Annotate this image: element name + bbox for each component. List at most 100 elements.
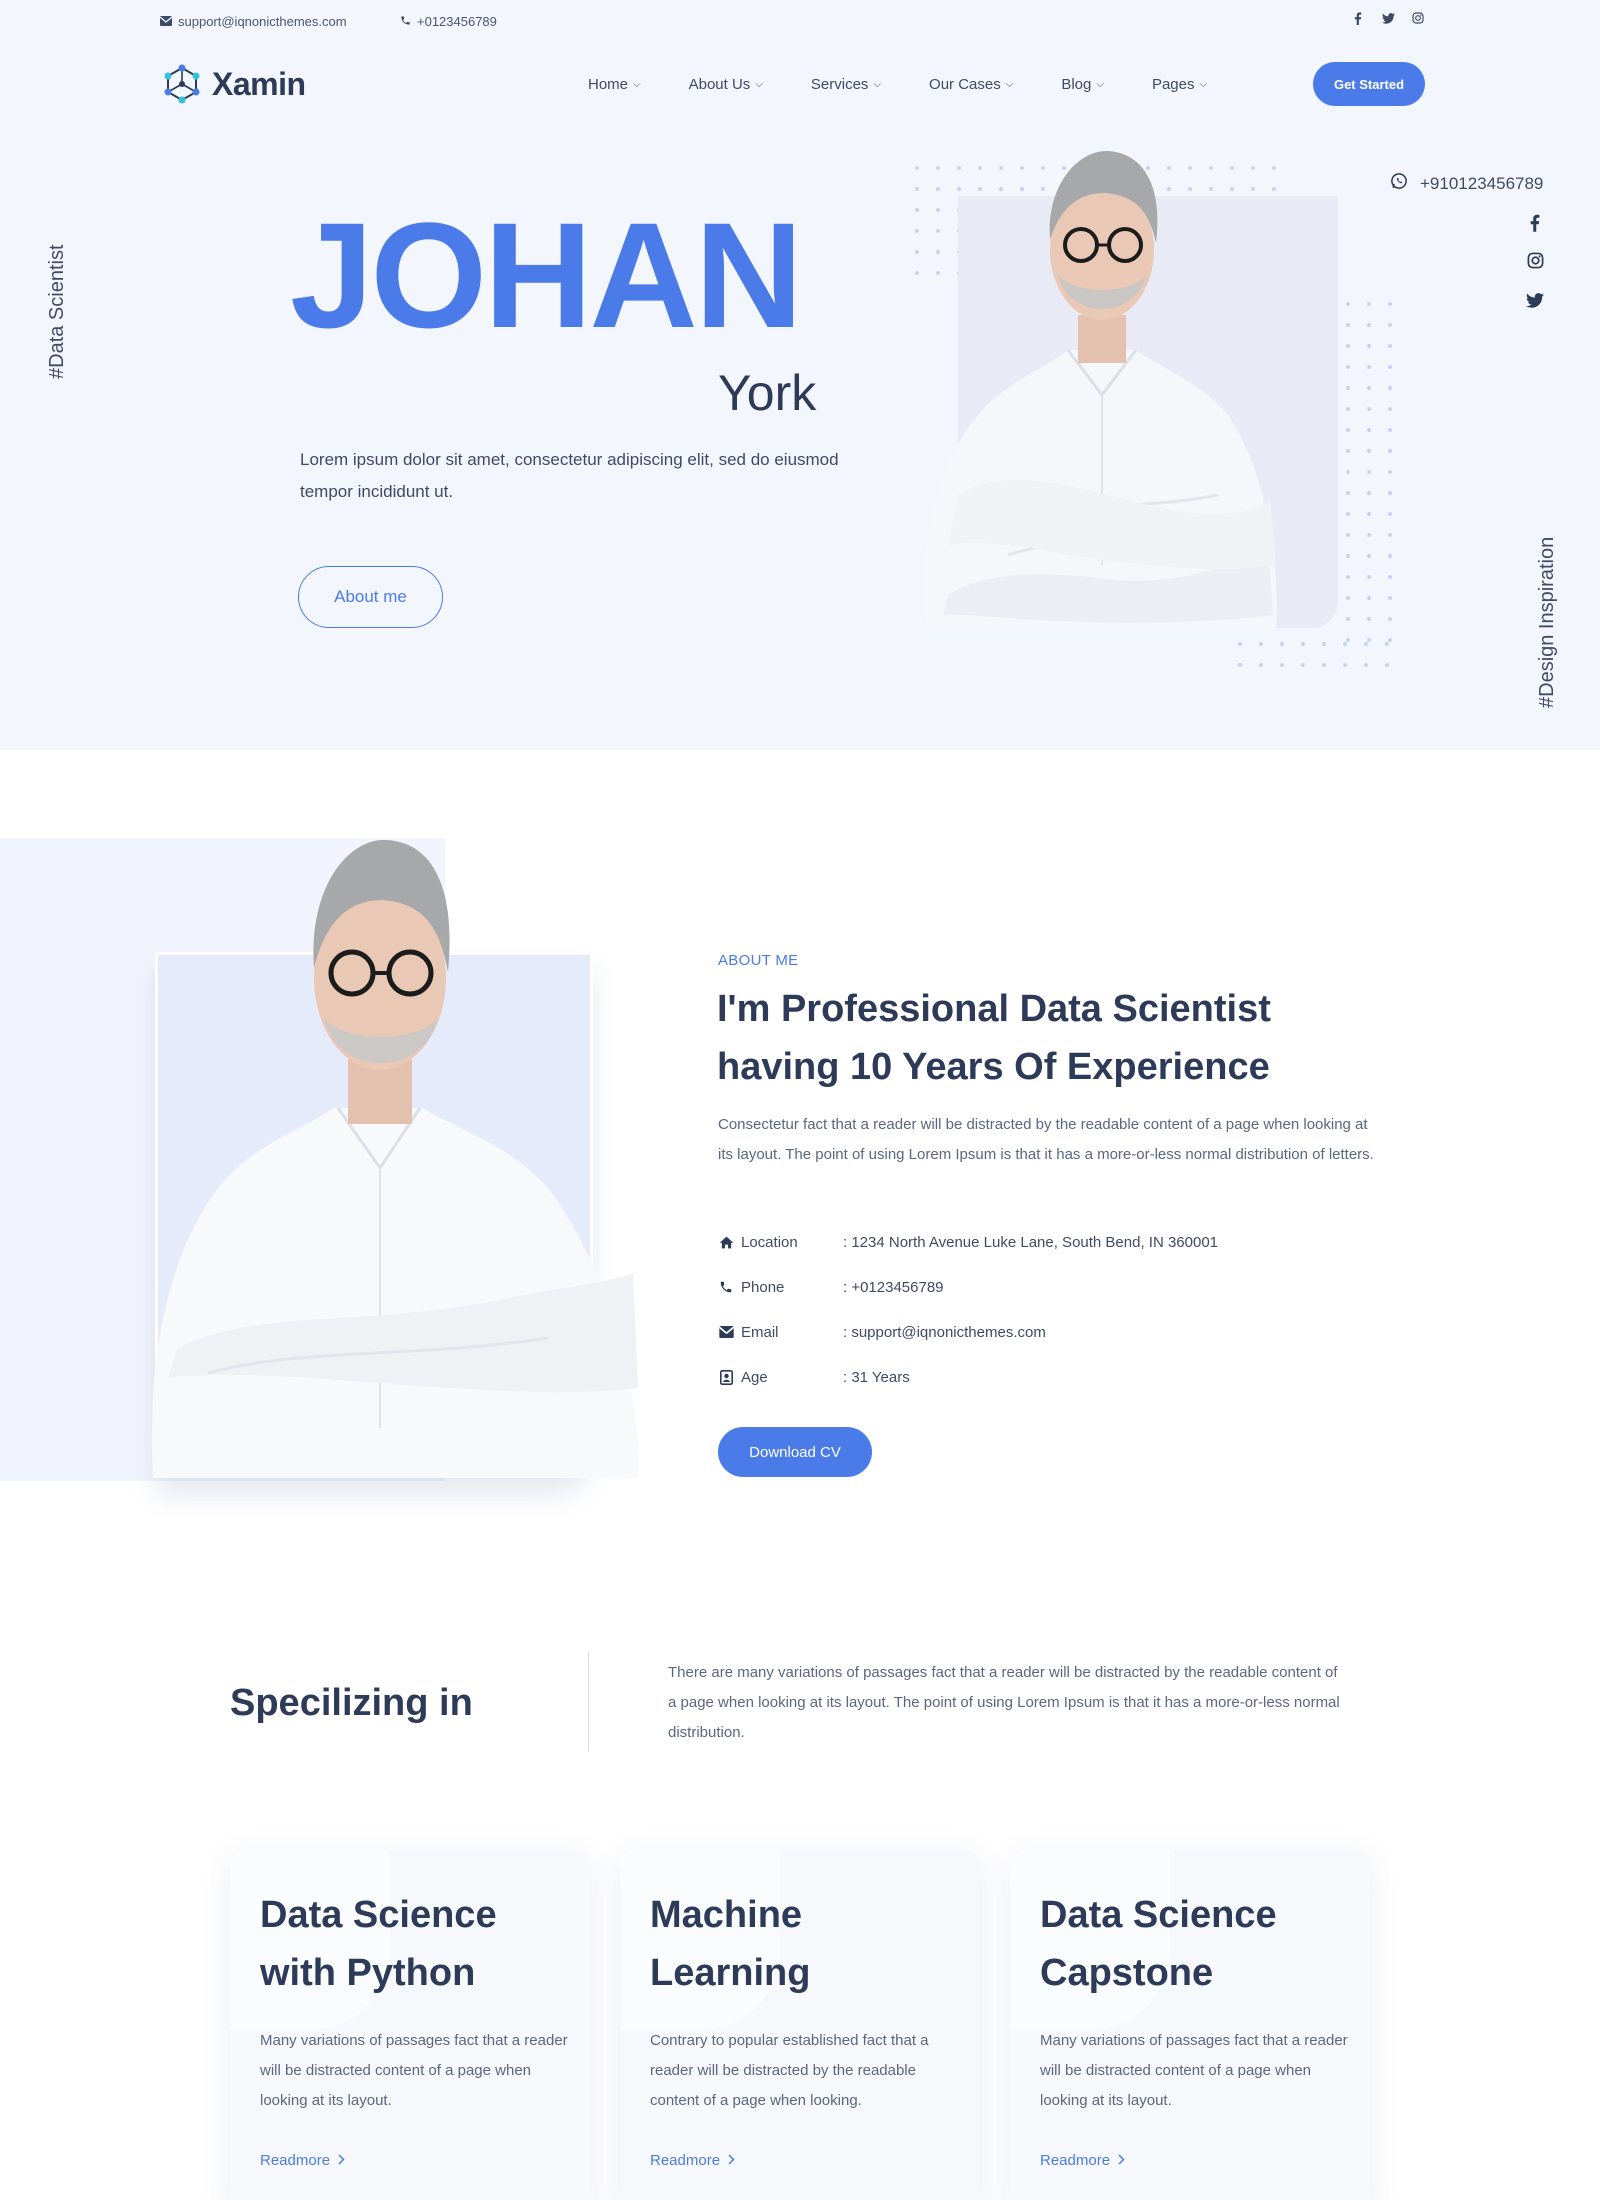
hero-first-name: JOHAN	[290, 191, 803, 359]
dot	[1301, 663, 1305, 667]
instagram-icon[interactable]	[1524, 252, 1546, 274]
chevron-down-icon: ⌵	[873, 79, 882, 90]
dot	[1364, 642, 1368, 646]
phone-icon	[400, 14, 411, 29]
twitter-icon[interactable]	[1524, 292, 1546, 313]
nav-item-label: About Us	[688, 76, 751, 93]
card-description: Many variations of passages fact that a …	[1040, 2032, 1348, 2109]
chevron-right-icon	[1118, 2152, 1125, 2169]
dot	[1388, 323, 1392, 327]
dot	[1346, 428, 1350, 432]
readmore-link[interactable]: Readmore	[1040, 2152, 1125, 2169]
dot	[1367, 344, 1371, 348]
nav-item-about-us[interactable]: About Us ⌵	[689, 76, 763, 93]
card-title: Data Science with Python	[260, 1894, 497, 1994]
dot	[1280, 663, 1284, 667]
dot	[1388, 386, 1392, 390]
dot	[1388, 449, 1392, 453]
dot	[1238, 642, 1242, 646]
dot	[1346, 302, 1350, 306]
about-me-button[interactable]: About me	[298, 566, 443, 628]
topbar-email[interactable]: support@iqnonicthemes.com	[159, 14, 347, 29]
dot	[1280, 642, 1284, 646]
info-value: : 1234 North Avenue Luke Lane, South Ben…	[843, 1233, 1219, 1251]
whatsapp-number: +910123456789	[1420, 173, 1544, 193]
dot	[1388, 491, 1392, 495]
dot	[1367, 302, 1371, 306]
topbar-phone-text: +0123456789	[417, 14, 497, 29]
dot	[1346, 323, 1350, 327]
home-icon	[718, 1234, 734, 1250]
info-value: : 31 Years	[843, 1368, 910, 1386]
nav-item-home[interactable]: Home ⌵	[588, 76, 641, 93]
nav-item-our-cases[interactable]: Our Cases ⌵	[929, 76, 1013, 93]
dot	[1367, 386, 1371, 390]
dot	[1367, 365, 1371, 369]
dot	[1367, 428, 1371, 432]
chevron-down-icon: ⌵	[1005, 79, 1014, 90]
dot	[1343, 642, 1347, 646]
dot	[1346, 407, 1350, 411]
readmore-link[interactable]: Readmore	[260, 2152, 345, 2169]
chevron-down-icon: ⌵	[1096, 79, 1104, 90]
brand-logo[interactable]: Xamin	[160, 62, 306, 106]
info-label: Email	[741, 1323, 779, 1341]
dot	[1367, 554, 1371, 558]
section-divider	[588, 1652, 589, 1752]
card-title: Data Science Capstone	[1040, 1894, 1277, 1994]
hexagon-logo-icon	[160, 62, 204, 106]
info-value: : support@iqnonicthemes.com	[843, 1323, 1046, 1341]
nav-item-services[interactable]: Services ⌵	[811, 76, 881, 93]
id-badge-icon	[718, 1369, 734, 1385]
about-title: I'm Professional Data Scientist having 1…	[717, 988, 1271, 1088]
about-description: Consectetur fact that a reader will be d…	[718, 1116, 1374, 1163]
dot	[1346, 365, 1350, 369]
topbar-phone[interactable]: +0123456789	[400, 14, 497, 29]
info-label: Location	[741, 1233, 798, 1251]
download-cv-button[interactable]: Download CV	[718, 1427, 872, 1477]
dot	[1367, 407, 1371, 411]
phone-icon	[718, 1279, 734, 1295]
whatsapp-contact[interactable]: +910123456789	[1390, 172, 1543, 195]
side-tag-left: #Data Scientist	[46, 225, 76, 385]
facebook-icon[interactable]	[1351, 12, 1365, 28]
info-label: Phone	[741, 1278, 785, 1296]
dot	[1367, 512, 1371, 516]
info-label: Age	[741, 1368, 768, 1386]
chevron-down-icon: ⌵	[755, 79, 763, 90]
dot	[1343, 663, 1347, 667]
card-description: Contrary to popular established fact tha…	[650, 2032, 929, 2109]
instagram-icon[interactable]	[1411, 12, 1425, 28]
twitter-icon[interactable]	[1381, 12, 1395, 28]
dot	[1388, 533, 1392, 537]
dot	[1346, 533, 1350, 537]
dot	[1346, 512, 1350, 516]
get-started-button[interactable]: Get Started	[1313, 62, 1425, 106]
nav-item-pages[interactable]: Pages ⌵	[1152, 76, 1207, 93]
dot	[1388, 596, 1392, 600]
chevron-down-icon: ⌵	[1199, 79, 1208, 90]
dot	[1388, 365, 1392, 369]
dot-pattern	[1238, 642, 1406, 684]
facebook-icon[interactable]	[1524, 214, 1546, 237]
dot	[1385, 663, 1389, 667]
hero-last-name: York	[718, 365, 817, 421]
envelope-icon	[718, 1324, 734, 1340]
dot	[1388, 428, 1392, 432]
topbar-socials	[1351, 12, 1425, 28]
dot	[1367, 470, 1371, 474]
chevron-right-icon	[728, 2152, 735, 2169]
nav-item-blog[interactable]: Blog ⌵	[1061, 76, 1104, 93]
card-description: Many variations of passages fact that a …	[260, 2032, 568, 2109]
dot	[1367, 533, 1371, 537]
dot	[1367, 323, 1371, 327]
readmore-label: Readmore	[650, 2152, 721, 2169]
readmore-link[interactable]: Readmore	[650, 2152, 735, 2169]
dot	[1367, 617, 1371, 621]
dot	[1346, 596, 1350, 600]
readmore-label: Readmore	[260, 2152, 331, 2169]
top-bar: support@iqnonicthemes.com +0123456789	[159, 12, 1425, 32]
dot	[1238, 663, 1242, 667]
main-navbar: Xamin Home ⌵ About Us ⌵ Services ⌵ Our Case…	[160, 58, 1425, 110]
topbar-email-text: support@iqnonicthemes.com	[178, 14, 347, 29]
